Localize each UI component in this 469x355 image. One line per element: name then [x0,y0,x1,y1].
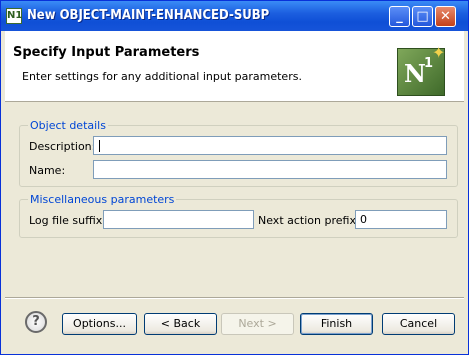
close-button[interactable]: ✕ [435,6,456,27]
next-prefix-label: Next action prefix: [258,214,360,227]
misc-params-title: Miscellaneous parameters [28,193,177,206]
n1-logo-icon: N 1 ✦ [397,43,445,96]
name-label: Name: [29,164,66,177]
next-button[interactable]: Next > [221,313,294,335]
back-button[interactable]: < Back [144,313,217,335]
app-icon: N1 [6,8,22,24]
finish-button[interactable]: Finish [300,313,373,335]
title-bar[interactable]: N1 New OBJECT-MAINT-ENHANCED-SUBP _ □ ✕ [1,1,468,31]
description-label: Description: [29,140,96,153]
page-description: Enter settings for any additional input … [22,70,302,83]
page-title: Specify Input Parameters [13,45,200,60]
log-suffix-field[interactable] [103,210,254,229]
options-button[interactable]: Options... [62,313,137,335]
star-icon: ✦ [432,43,446,62]
help-icon: ? [32,314,40,329]
name-field[interactable] [93,160,447,179]
window-title: New OBJECT-MAINT-ENHANCED-SUBP [27,8,270,23]
maximize-icon: □ [416,9,429,24]
footer-separator [5,297,464,299]
log-suffix-label: Log file suffix: [29,214,106,227]
logo-letter: N [404,59,426,88]
wizard-dialog: N1 New OBJECT-MAINT-ENHANCED-SUBP _ □ ✕ … [0,0,469,355]
next-prefix-field[interactable]: 0 [355,210,447,229]
maximize-button[interactable]: □ [412,6,433,27]
minimize-icon: _ [396,9,403,24]
object-details-title: Object details [28,119,108,132]
description-field[interactable] [93,136,447,155]
minimize-button[interactable]: _ [389,6,410,27]
next-prefix-value: 0 [360,213,367,226]
help-button[interactable]: ? [25,311,47,333]
wizard-header: Specify Input Parameters Enter settings … [5,31,464,102]
text-cursor [99,140,100,152]
cancel-button[interactable]: Cancel [382,313,455,335]
close-icon: ✕ [440,9,451,24]
